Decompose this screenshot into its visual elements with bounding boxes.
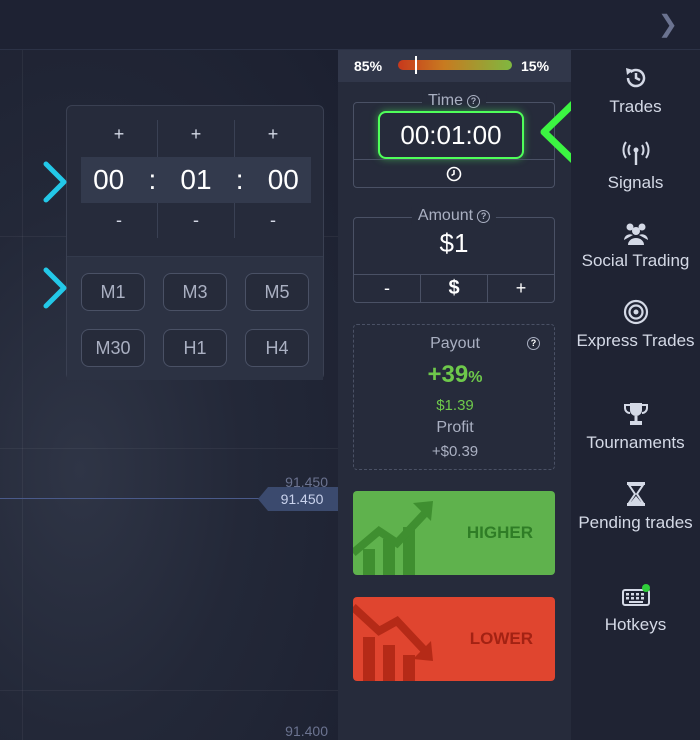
grid-line	[0, 448, 338, 449]
nav-item-trades[interactable]: Trades	[571, 64, 700, 117]
history-icon	[625, 68, 645, 88]
hourglass-icon	[626, 482, 645, 506]
amount-increase-button[interactable]: +	[487, 275, 554, 302]
higher-label: HIGHER	[466, 523, 533, 542]
amount-field: Amount? $1 - $ +	[353, 207, 555, 303]
seconds-value[interactable]: 00	[268, 164, 299, 196]
payout-amount: $1.39	[436, 397, 474, 414]
info-icon[interactable]: ?	[466, 95, 480, 108]
time-picker-popup: + + + 00 : 01 : 00 - - - M1 M3 M5 M30 H1…	[66, 105, 324, 380]
antenna-icon	[621, 141, 650, 165]
hours-increment-button[interactable]: +	[81, 124, 157, 145]
minutes-decrement-button[interactable]: -	[158, 210, 234, 231]
nav-label: Hotkeys	[604, 615, 667, 634]
preset-buttons: M1 M3 M5 M30 H1 H4	[67, 256, 323, 380]
axis-label: 91.400	[285, 723, 328, 739]
seconds-increment-button[interactable]: +	[235, 124, 311, 145]
currency-toggle-button[interactable]: $	[420, 275, 487, 302]
time-field: Time? 00:01:00	[353, 92, 555, 188]
clock-icon	[446, 166, 462, 181]
nav-label: Tournaments	[586, 433, 685, 452]
target-icon	[623, 299, 648, 325]
clock-toggle[interactable]	[354, 159, 554, 187]
preset-h4-button[interactable]: H4	[245, 329, 309, 367]
trend-up-icon	[353, 501, 433, 575]
higher-button[interactable]: HIGHER	[353, 491, 555, 575]
users-icon	[623, 223, 648, 245]
hours-value[interactable]: 00	[93, 164, 124, 196]
preset-m30-button[interactable]: M30	[81, 329, 145, 367]
chevron-right-icon[interactable]: ❯	[658, 10, 678, 39]
sentiment-marker	[415, 56, 418, 74]
preset-m5-button[interactable]: M5	[245, 273, 309, 311]
nav-label: Signals	[607, 173, 664, 192]
chevron-right-icon	[43, 161, 67, 203]
nav-label: Pending trades	[578, 513, 693, 532]
amount-value-input[interactable]: $1	[354, 228, 554, 259]
sentiment-down-percent: 15%	[521, 58, 550, 74]
minutes-value[interactable]: 01	[180, 164, 211, 196]
time-separator: :	[148, 164, 157, 195]
trend-down-icon	[353, 604, 433, 681]
amount-controls: - $ +	[354, 274, 554, 302]
preset-m3-button[interactable]: M3	[163, 273, 227, 311]
preset-h1-button[interactable]: H1	[163, 329, 227, 367]
profit-label: Profit	[436, 419, 474, 436]
trader-sentiment: 85% 15%	[338, 50, 571, 82]
info-icon[interactable]: ?	[477, 210, 491, 223]
payout-label: Payout	[430, 335, 480, 352]
current-price-tag: 91.450	[258, 487, 338, 511]
nav-item-express-trades[interactable]: Express Trades	[571, 298, 700, 351]
payout-percent-sign: %	[468, 369, 483, 386]
payout-percent: +39%	[354, 361, 556, 389]
side-nav: Trades Signals Social Trading Express Tr…	[571, 50, 700, 740]
profit-value: +$0.39	[431, 443, 479, 460]
hours-decrement-button[interactable]: -	[81, 210, 157, 231]
time-display-row: 00 : 01 : 00	[81, 157, 311, 203]
nav-item-signals[interactable]: Signals	[571, 140, 700, 193]
nav-item-pending-trades[interactable]: Pending trades	[571, 480, 700, 533]
nav-item-tournaments[interactable]: Tournaments	[571, 400, 700, 453]
time-spinners: + + + 00 : 01 : 00 - - -	[81, 120, 311, 238]
time-label-text: Time	[428, 92, 463, 109]
chevron-right-icon	[43, 267, 67, 309]
lower-label: LOWER	[469, 629, 533, 648]
time-value-input[interactable]: 00:01:00	[378, 111, 524, 159]
grid-line	[22, 50, 23, 740]
info-icon[interactable]: ?	[527, 337, 540, 350]
keyboard-icon	[621, 584, 650, 606]
nav-label: Social Trading	[581, 251, 690, 270]
nav-label: Express Trades	[576, 331, 695, 350]
amount-label: Amount?	[411, 207, 497, 225]
nav-item-social-trading[interactable]: Social Trading	[571, 218, 700, 271]
amount-label-text: Amount	[417, 207, 474, 224]
trophy-icon	[623, 403, 648, 425]
seconds-decrement-button[interactable]: -	[235, 210, 311, 231]
time-label: Time?	[422, 92, 486, 110]
trading-screen: ❯ 91.450 91.400 91.450 + + + 00 : 01 : 0…	[0, 0, 700, 740]
minutes-increment-button[interactable]: +	[158, 124, 234, 145]
nav-item-hotkeys[interactable]: Hotkeys	[571, 582, 700, 635]
payout-box: Payout ? +39% $1.39 Profit +$0.39	[353, 324, 555, 470]
nav-label: Trades	[609, 97, 662, 116]
amount-decrease-button[interactable]: -	[354, 275, 420, 302]
grid-line	[0, 690, 338, 691]
current-price-line	[0, 498, 262, 499]
payout-percent-value: +39	[427, 361, 469, 388]
sentiment-up-percent: 85%	[354, 58, 383, 74]
lower-button[interactable]: LOWER	[353, 597, 555, 681]
top-bar: ❯	[0, 0, 700, 50]
preset-m1-button[interactable]: M1	[81, 273, 145, 311]
time-separator: :	[235, 164, 244, 195]
